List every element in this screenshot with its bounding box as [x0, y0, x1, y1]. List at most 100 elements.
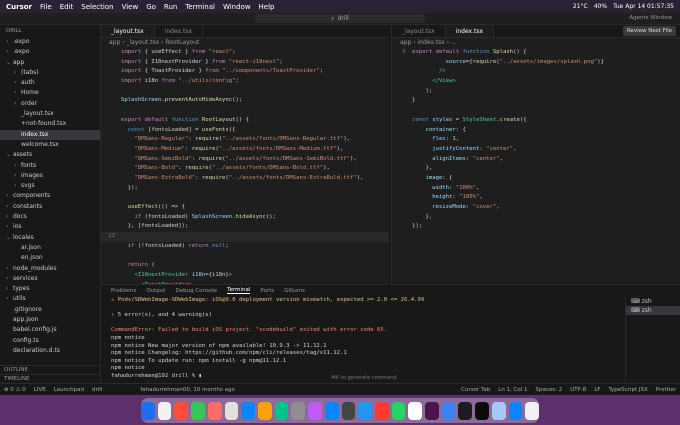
dock-app-icon[interactable] [441, 401, 456, 420]
dock-app-icon[interactable] [374, 401, 389, 420]
breadcrumb-right[interactable]: app › index.tsx › ... [392, 38, 680, 48]
file-tree-item[interactable]: › ios [0, 222, 100, 232]
file-tree-item[interactable]: › Home [0, 88, 100, 98]
editor-tab[interactable]: _layout.tsx [392, 25, 446, 37]
command-search[interactable]: ⌕ drill [255, 14, 425, 23]
agents-window-button[interactable]: Agents Window [629, 15, 672, 21]
editor-tab[interactable]: index.tsx [445, 25, 495, 37]
timeline-section[interactable]: TIMELINE [0, 374, 100, 383]
menu-view[interactable]: View [122, 3, 139, 11]
dock-app-icon[interactable] [291, 401, 306, 420]
battery-level[interactable]: 40% [594, 3, 607, 10]
clock[interactable]: Tue Apr 14 01:57:35 [613, 3, 674, 10]
dock-app-icon[interactable] [475, 401, 489, 420]
status-item[interactable]: Cursor Tab [461, 387, 490, 393]
dock-app-icon[interactable] [341, 401, 356, 420]
file-tree-item[interactable]: › auth [0, 78, 100, 88]
file-tree-item[interactable]: › components [0, 191, 100, 201]
dock-app-icon[interactable] [207, 401, 222, 420]
status-item[interactable]: Spaces: 2 [536, 387, 563, 393]
weather-temp[interactable]: 21°C [573, 3, 588, 10]
panel-tab-terminal[interactable]: Terminal [227, 287, 251, 294]
file-tree-item[interactable]: .gitignore [0, 305, 100, 315]
outline-section[interactable]: OUTLINE [0, 365, 100, 374]
file-tree-item[interactable]: › types [0, 284, 100, 294]
file-tree-item[interactable]: › services [0, 274, 100, 284]
file-tree-item[interactable]: ⌄ locales [0, 233, 100, 243]
file-tree-item[interactable]: babel.config.js [0, 325, 100, 335]
file-tree-item[interactable]: _layout.tsx [0, 109, 100, 119]
file-tree-item[interactable]: en.json [0, 253, 100, 263]
status-item[interactable]: Ln 1, Col 1 [498, 387, 527, 393]
file-tree-item[interactable]: +not-found.tsx [0, 119, 100, 129]
file-tree-item[interactable]: index.tsx [0, 129, 100, 140]
dock-app-icon[interactable] [224, 401, 239, 420]
review-next-file-button[interactable]: Review Next File [622, 26, 676, 36]
dock-app-icon[interactable] [274, 401, 289, 420]
dock-app-icon[interactable] [508, 401, 523, 420]
dock-app-icon[interactable] [458, 401, 473, 420]
file-tree-item[interactable]: ar.json [0, 243, 100, 253]
menu-terminal[interactable]: Terminal [185, 3, 215, 11]
file-tree-item[interactable]: › .expo [0, 47, 100, 57]
panel-tab-debug-console[interactable]: Debug Console [175, 288, 217, 294]
file-tree-item[interactable]: › docs [0, 212, 100, 222]
file-tree-item[interactable]: › (tabs) [0, 68, 100, 78]
file-tree-item[interactable]: › order [0, 99, 100, 109]
file-tree-item[interactable]: › images [0, 171, 100, 181]
file-tree-item[interactable]: › .expo [0, 37, 100, 47]
dock-app-icon[interactable] [491, 401, 506, 420]
dock-app-icon[interactable] [324, 401, 339, 420]
dock-app-icon[interactable] [408, 401, 423, 420]
editor-tab[interactable]: index.tsx [155, 25, 204, 37]
terminal-session[interactable]: ⌨ zsh [626, 297, 680, 306]
status-item[interactable]: UTF-8 [570, 387, 586, 393]
menu-go[interactable]: Go [146, 3, 156, 11]
panel-tab-problems[interactable]: Problems [111, 288, 136, 294]
file-tree-item[interactable]: app.json [0, 315, 100, 325]
file-tree-item[interactable]: config.ts [0, 336, 100, 346]
breadcrumb[interactable]: app › _layout.tsx › RootLayout [101, 38, 389, 48]
status-item[interactable]: Launchpad [54, 387, 84, 393]
status-item[interactable]: Prettier [656, 387, 676, 393]
file-tree-item[interactable]: › node_modules [0, 264, 100, 274]
file-tree-item[interactable]: › utils [0, 294, 100, 304]
right-code[interactable]: 6 export default function Splash() { sour… [392, 48, 680, 232]
panel-tab-ports[interactable]: Ports [260, 288, 274, 294]
left-code[interactable]: import { useEffect } from "react"; import… [101, 48, 389, 300]
menu-edit[interactable]: Edit [60, 3, 74, 11]
panel-tab-gitlens[interactable]: GitLens [284, 288, 305, 294]
git-blame[interactable]: fahadurrehman00, 10 months ago [140, 387, 234, 393]
dock-app-icon[interactable] [174, 401, 189, 420]
menu-run[interactable]: Run [164, 3, 177, 11]
dock-app-icon[interactable] [191, 401, 205, 420]
file-tree-item[interactable]: ⌄ app [0, 58, 100, 68]
menu-help[interactable]: Help [259, 3, 275, 11]
terminal-session[interactable]: ⌨ zsh [626, 306, 680, 315]
dock-app-icon[interactable] [525, 401, 539, 420]
dock-app-icon[interactable] [257, 401, 272, 420]
panel-tab-output[interactable]: Output [146, 288, 165, 294]
file-tree-item[interactable]: › constants [0, 202, 100, 212]
dock-app-icon[interactable] [425, 401, 439, 420]
file-tree-item[interactable]: welcome.tsx [0, 140, 100, 150]
status-item[interactable]: LF [594, 387, 600, 393]
file-tree-item[interactable]: ⌄ assets [0, 150, 100, 160]
status-item[interactable]: LIVE [34, 387, 46, 393]
dock-app-icon[interactable] [308, 401, 322, 420]
dock-app-icon[interactable] [141, 401, 155, 420]
app-menu[interactable]: Cursor [6, 3, 32, 11]
dock-app-icon[interactable] [358, 401, 372, 420]
status-item[interactable]: drill [92, 387, 102, 393]
status-item[interactable]: ⊗ 0 ⚠ 0 [4, 387, 26, 393]
dock-app-icon[interactable] [157, 401, 172, 420]
menu-selection[interactable]: Selection [81, 3, 113, 11]
dock-app-icon[interactable] [241, 401, 255, 420]
menu-window[interactable]: Window [223, 3, 251, 11]
editor-tab[interactable]: _layout.tsx [101, 25, 155, 37]
file-tree-item[interactable]: › fonts [0, 161, 100, 171]
menu-file[interactable]: File [40, 3, 52, 11]
terminal-output[interactable]: ⚠ Pods/SDWebImage-SDWebImage: iOS@9.0 de… [111, 297, 611, 381]
file-tree-item[interactable]: › svgs [0, 181, 100, 191]
file-tree-item[interactable]: declaration.d.ts [0, 346, 100, 356]
